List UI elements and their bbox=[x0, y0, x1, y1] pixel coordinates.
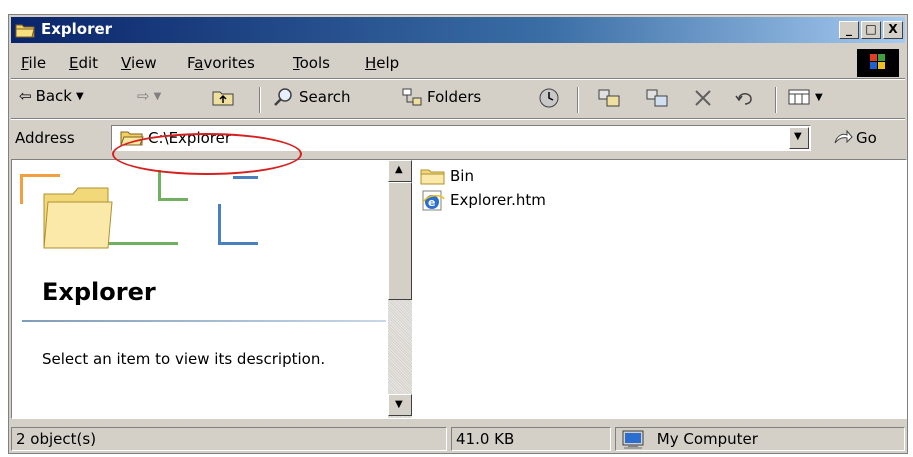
search-button[interactable]: Search bbox=[273, 87, 351, 107]
menu-file-rest: ile bbox=[28, 54, 47, 72]
delete-button[interactable] bbox=[691, 87, 715, 109]
address-bar: Address C:\Explorer ▼ Go bbox=[11, 121, 905, 155]
menu-file[interactable]: File bbox=[21, 54, 46, 72]
menu-favorites[interactable]: Favorites bbox=[187, 54, 255, 72]
history-icon bbox=[539, 88, 559, 108]
undo-button[interactable] bbox=[733, 87, 757, 109]
folders-icon bbox=[402, 88, 422, 106]
file-list: Bin e Explorer.htm bbox=[420, 164, 546, 212]
arrow-up-icon: ▲ bbox=[395, 164, 403, 175]
go-arrow-icon bbox=[834, 129, 853, 144]
scroll-down-button[interactable]: ▼ bbox=[388, 394, 412, 416]
maximize-button[interactable]: □ bbox=[861, 21, 881, 39]
folders-button[interactable]: Folders bbox=[401, 87, 481, 107]
windows-logo-icon bbox=[857, 49, 899, 77]
file-name: Explorer.htm bbox=[450, 191, 546, 209]
standard-toolbar: ⇦ Back ▼ ⇨ ▼ Search Folders ▼ bbox=[11, 81, 905, 117]
status-zone: My Computer bbox=[615, 427, 905, 451]
menu-tools[interactable]: Tools bbox=[293, 54, 330, 72]
search-label: Search bbox=[299, 88, 351, 106]
window-title: Explorer bbox=[41, 20, 113, 38]
address-dropdown-button[interactable]: ▼ bbox=[789, 127, 809, 149]
menu-help[interactable]: Help bbox=[365, 54, 399, 72]
svg-text:e: e bbox=[428, 196, 435, 209]
address-value: C:\Explorer bbox=[148, 129, 232, 147]
go-label: Go bbox=[856, 129, 877, 147]
file-item-bin[interactable]: Bin bbox=[420, 164, 546, 188]
file-name: Bin bbox=[450, 167, 474, 185]
status-size: 41.0 KB bbox=[451, 427, 611, 451]
close-button[interactable]: X bbox=[883, 21, 903, 39]
windows-flag-icon bbox=[870, 54, 885, 69]
file-item-explorer-htm[interactable]: e Explorer.htm bbox=[420, 188, 546, 212]
go-button[interactable]: Go bbox=[833, 129, 877, 147]
back-button[interactable]: ⇦ Back ▼ bbox=[19, 87, 84, 105]
menu-tools-accel: T bbox=[293, 54, 300, 72]
history-button[interactable] bbox=[537, 87, 561, 109]
back-dropdown-icon[interactable]: ▼ bbox=[76, 91, 84, 102]
ie-html-icon: e bbox=[422, 190, 445, 211]
chevron-down-icon: ▼ bbox=[794, 131, 802, 142]
up-folder-icon bbox=[212, 91, 234, 106]
views-icon bbox=[788, 89, 810, 105]
address-input[interactable]: C:\Explorer ▼ bbox=[111, 125, 811, 151]
vertical-scrollbar[interactable]: ▲ ▼ bbox=[388, 160, 412, 418]
menu-separator bbox=[11, 78, 905, 80]
pane-divider bbox=[22, 320, 386, 322]
delete-icon bbox=[695, 90, 711, 106]
views-dropdown-icon[interactable]: ▼ bbox=[815, 92, 823, 103]
menu-view[interactable]: View bbox=[121, 54, 157, 72]
menu-edit[interactable]: Edit bbox=[69, 54, 98, 72]
copy-to-button[interactable] bbox=[645, 87, 669, 109]
toolbar-separator-1 bbox=[259, 87, 261, 113]
content-area: Explorer Select an item to view its desc… bbox=[11, 159, 907, 419]
up-folder-button[interactable] bbox=[211, 87, 235, 107]
views-button[interactable]: ▼ bbox=[787, 87, 823, 107]
folders-label: Folders bbox=[427, 88, 482, 106]
menu-view-rest: iew bbox=[130, 54, 157, 72]
menu-help-accel: H bbox=[365, 54, 377, 72]
scroll-up-button[interactable]: ▲ bbox=[388, 160, 412, 182]
pane-title: Explorer bbox=[42, 278, 156, 306]
web-view-pane: Explorer Select an item to view its desc… bbox=[12, 160, 388, 418]
menu-tools-rest: ools bbox=[299, 54, 330, 72]
folder-icon bbox=[420, 169, 445, 185]
my-computer-icon bbox=[622, 430, 644, 449]
menu-edit-rest: dit bbox=[78, 54, 99, 72]
folder-open-icon bbox=[120, 131, 144, 146]
status-object-count: 2 object(s) bbox=[11, 427, 447, 451]
back-label: Back bbox=[35, 87, 72, 105]
toolbar-separator bbox=[11, 118, 905, 120]
explorer-window: Explorer _ □ X File Edit View Favorites … bbox=[8, 14, 908, 454]
arrow-down-icon: ▼ bbox=[395, 399, 403, 410]
title-bar[interactable]: Explorer _ □ X bbox=[11, 17, 905, 43]
back-arrow-icon: ⇦ bbox=[19, 87, 32, 105]
scroll-thumb[interactable] bbox=[388, 182, 412, 300]
menu-bar: File Edit View Favorites Tools Help bbox=[11, 47, 905, 77]
folder-banner-icon bbox=[20, 170, 258, 249]
toolbar-separator-3 bbox=[775, 87, 777, 113]
status-bar: 2 object(s) 41.0 KB My Computer bbox=[11, 425, 905, 451]
move-to-icon bbox=[598, 89, 620, 107]
folder-icon bbox=[15, 24, 35, 38]
forward-button[interactable]: ⇨ ▼ bbox=[137, 87, 161, 105]
undo-icon bbox=[735, 93, 752, 105]
copy-to-icon bbox=[646, 89, 668, 107]
menu-view-accel: V bbox=[121, 54, 131, 72]
menu-favorites-rest: vorites bbox=[203, 54, 255, 72]
forward-arrow-icon: ⇨ bbox=[137, 87, 150, 105]
forward-dropdown-icon[interactable]: ▼ bbox=[154, 91, 162, 102]
toolbar-separator-2 bbox=[577, 87, 579, 113]
status-zone-label: My Computer bbox=[656, 430, 758, 448]
search-icon bbox=[274, 88, 292, 106]
address-label: Address bbox=[15, 129, 75, 147]
move-to-button[interactable] bbox=[597, 87, 621, 109]
menu-file-accel: F bbox=[21, 54, 29, 72]
pane-description: Select an item to view its description. bbox=[42, 350, 326, 368]
minimize-button[interactable]: _ bbox=[839, 21, 859, 39]
menu-help-rest: elp bbox=[376, 54, 400, 72]
